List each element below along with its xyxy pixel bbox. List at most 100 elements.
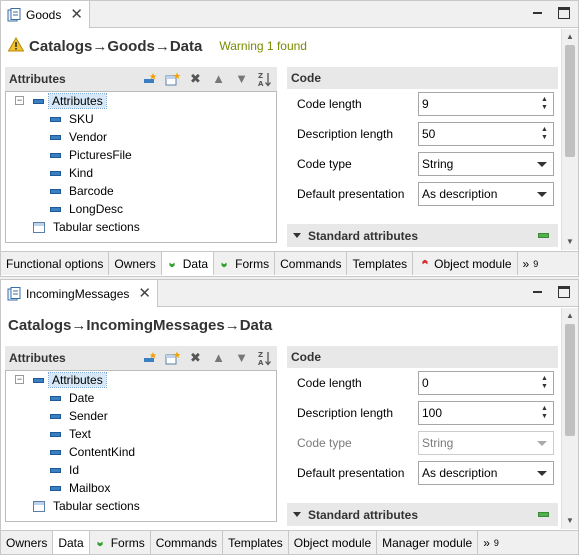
maximize-icon[interactable] [558,7,570,19]
tree-item[interactable]: Vendor [6,128,276,146]
chevron-down-icon[interactable] [537,192,547,197]
scroll-thumb[interactable] [565,324,575,436]
attributes-header: Attributes ✖ ▲ ▼ ZA [5,346,277,370]
minimize-icon[interactable] [532,7,544,19]
tree-item[interactable]: Kind [6,164,276,182]
green-chevron-icon: ›› [217,262,233,265]
tree-item[interactable]: Text [6,425,276,443]
tab-object-module[interactable]: Object module [289,531,378,554]
standard-attributes-section[interactable]: Standard attributes [287,503,558,526]
vertical-scrollbar[interactable]: ▲ ▼ [561,29,578,250]
tab-owners[interactable]: Owners [109,252,162,275]
field-value: 50 [422,127,436,141]
warning-link[interactable]: Warning 1 found [219,39,307,53]
tab-functional-options[interactable]: Functional options [1,252,110,275]
code-header: Code [287,67,558,89]
tree-root-attributes[interactable]: − Attributes [6,371,276,389]
spin-arrows-icon[interactable]: ▲ ▼ [540,405,549,421]
editor-tab-incoming-messages[interactable]: IncomingMessages ✕ [1,280,158,307]
tree-item[interactable]: Sender [6,407,276,425]
vertical-scrollbar[interactable]: ▲ ▼ [561,308,578,529]
tab-data[interactable]: ›› Data [161,252,215,275]
field-value: As description [422,466,498,480]
more-tabs-button[interactable]: » 9 [518,252,544,275]
expand-triangle-icon [293,233,301,238]
green-chevron-icon: ›› [93,541,109,544]
default-presentation-select[interactable]: As description [418,461,554,485]
move-down-icon[interactable]: ▼ [233,70,250,87]
tree-root-label: Attributes [48,93,107,109]
more-tabs-button[interactable]: » 9 [478,531,504,554]
tab-forms[interactable]: ›› Forms [214,252,276,275]
chevron-down-icon[interactable] [537,162,547,167]
code-length-stepper[interactable]: 0 ▲ ▼ [418,371,554,395]
field-label: Description length [297,406,394,420]
tab-owners[interactable]: Owners [1,531,54,554]
tree-item[interactable]: Id [6,461,276,479]
maximize-icon[interactable] [558,286,570,298]
tab-templates[interactable]: Templates [347,252,414,275]
delete-icon[interactable]: ✖ [187,349,204,366]
tree-item-label: SKU [69,112,94,126]
attributes-toolbar: ✖ ▲ ▼ ZA [141,349,273,366]
add-attribute-icon[interactable] [141,70,158,87]
tree-item[interactable]: ContentKind [6,443,276,461]
tree-item[interactable]: PicturesFile [6,146,276,164]
tab-forms[interactable]: ›› Forms [90,531,151,554]
collapse-icon[interactable]: − [15,375,24,384]
add-attribute-icon[interactable] [141,349,158,366]
default-presentation-row: Default presentation As description [287,179,558,209]
close-icon[interactable]: ✕ [70,7,83,22]
tree-tabular-sections[interactable]: Tabular sections [6,497,276,515]
attribute-icon [50,206,61,212]
sort-icon[interactable]: ZA [256,349,273,366]
field-value: As description [422,187,498,201]
attributes-header-label: Attributes [9,351,66,365]
scroll-up-icon[interactable]: ▲ [565,33,575,41]
move-up-icon[interactable]: ▲ [210,349,227,366]
sort-icon[interactable]: ZA [256,70,273,87]
tab-commands[interactable]: Commands [151,531,224,554]
attribute-icon [50,152,61,158]
code-type-select[interactable]: String [418,152,554,176]
scroll-up-icon[interactable]: ▲ [565,312,575,320]
minimize-icon[interactable] [532,286,544,298]
scroll-down-icon[interactable]: ▼ [565,517,575,525]
code-pane: Code Code length 9 ▲ ▼ Description length … [287,67,558,209]
spin-arrows-icon[interactable]: ▲ ▼ [540,96,549,112]
tree-root-attributes[interactable]: − Attributes [6,92,276,110]
spin-arrows-icon[interactable]: ▲ ▼ [540,126,549,142]
tab-commands[interactable]: Commands [275,252,348,275]
code-length-stepper[interactable]: 9 ▲ ▼ [418,92,554,116]
tab-manager-module[interactable]: Manager module [377,531,479,554]
more-tabs-label: » [522,256,530,271]
collapse-section-icon[interactable] [538,512,549,517]
description-length-stepper[interactable]: 50 ▲ ▼ [418,122,554,146]
close-icon[interactable]: ✕ [138,286,151,301]
tree-item[interactable]: LongDesc [6,200,276,218]
scroll-down-icon[interactable]: ▼ [565,238,575,246]
chevron-down-icon[interactable] [537,471,547,476]
add-tabular-section-icon[interactable] [164,349,181,366]
collapse-section-icon[interactable] [538,233,549,238]
tree-item[interactable]: SKU [6,110,276,128]
tab-object-module[interactable]: ›› Object module [413,252,518,275]
tree-tabular-sections[interactable]: Tabular sections [6,218,276,236]
attributes-header: Attributes ✖ ▲ ▼ ZA [5,67,277,91]
tab-templates[interactable]: Templates [223,531,289,554]
editor-tab-goods[interactable]: Goods ✕ [1,1,90,28]
collapse-icon[interactable]: − [15,96,24,105]
tree-item[interactable]: Mailbox [6,479,276,497]
tree-item[interactable]: Date [6,389,276,407]
delete-icon[interactable]: ✖ [187,70,204,87]
add-tabular-section-icon[interactable] [164,70,181,87]
scroll-thumb[interactable] [565,45,575,157]
move-up-icon[interactable]: ▲ [210,70,227,87]
default-presentation-select[interactable]: As description [418,182,554,206]
description-length-stepper[interactable]: 100 ▲ ▼ [418,401,554,425]
standard-attributes-section[interactable]: Standard attributes [287,224,558,247]
move-down-icon[interactable]: ▼ [233,349,250,366]
spin-arrows-icon[interactable]: ▲ ▼ [540,375,549,391]
tab-data[interactable]: Data [53,531,90,554]
tree-item[interactable]: Barcode [6,182,276,200]
